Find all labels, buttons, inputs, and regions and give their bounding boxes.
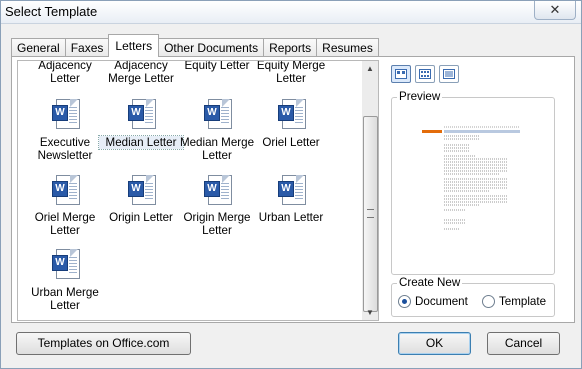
tab-resumes[interactable]: Resumes (316, 38, 379, 57)
template-list[interactable]: Adjacency Letter Adjacency Merge Letter … (17, 60, 364, 321)
template-label: Median Merge Letter (179, 136, 255, 162)
tab-reports[interactable]: Reports (263, 38, 318, 57)
template-list-scrollbar[interactable]: ▲ ▼ (362, 60, 379, 321)
template-label: Equity Merge Letter (256, 60, 326, 85)
template-label-selected: Median Letter (98, 135, 184, 150)
document-radio[interactable]: Document (398, 295, 468, 308)
word-document-icon: W (52, 99, 80, 130)
dialog-title: Select Template (5, 4, 98, 19)
template-preview-thumbnail (420, 125, 523, 240)
template-label: Adjacency Merge Letter (108, 60, 174, 85)
tab-faxes[interactable]: Faxes (64, 38, 110, 57)
radio-unselected-icon (482, 295, 495, 308)
tab-strip: General Faxes Letters Other Documents Re… (11, 34, 379, 57)
large-icons-view-button[interactable] (391, 65, 411, 83)
title-bar: Select Template ✕ (1, 1, 581, 24)
create-new-label: Create New (397, 276, 463, 289)
cancel-button[interactable]: Cancel (487, 332, 560, 355)
template-label: Executive Newsletter (37, 136, 93, 162)
word-document-icon: W (278, 99, 306, 130)
preview-label: Preview (397, 90, 443, 103)
tab-letters[interactable]: Letters (108, 34, 160, 57)
document-radio-label: Document (415, 295, 468, 308)
template-radio-label: Template (499, 295, 547, 308)
scroll-up-icon[interactable]: ▲ (366, 64, 374, 73)
word-document-icon: W (128, 175, 156, 206)
word-document-icon: W (278, 175, 306, 206)
tab-other-documents[interactable]: Other Documents (158, 38, 265, 57)
word-document-icon: W (204, 175, 232, 206)
view-mode-buttons (391, 65, 459, 83)
select-template-dialog: Select Template ✕ General Faxes Letters … (0, 0, 582, 369)
list-view-button[interactable] (415, 65, 435, 83)
template-label: Equity Letter (184, 60, 250, 72)
details-view-button[interactable] (439, 65, 459, 83)
template-label: Oriel Merge Letter (34, 211, 96, 237)
template-label: Adjacency Letter (38, 60, 92, 85)
template-label: Urban Letter (258, 211, 324, 224)
tab-general[interactable]: General (11, 38, 66, 57)
word-document-icon: W (52, 175, 80, 206)
list-view-icon (419, 69, 431, 79)
scroll-down-icon[interactable]: ▼ (366, 308, 374, 317)
templates-on-office-button[interactable]: Templates on Office.com (16, 332, 191, 355)
template-label: Urban Merge Letter (31, 286, 99, 312)
template-label: Origin Merge Letter (183, 211, 251, 237)
word-document-icon: W (128, 99, 156, 130)
template-label: Origin Letter (109, 211, 173, 224)
close-icon: ✕ (549, 2, 561, 17)
ok-button[interactable]: OK (398, 332, 471, 355)
template-label: Oriel Letter (262, 136, 320, 149)
template-radio[interactable]: Template (482, 295, 546, 308)
create-new-group: Create New Document Template (391, 276, 555, 317)
preview-group: Preview (391, 90, 555, 275)
scrollbar-thumb[interactable] (363, 116, 378, 312)
close-button[interactable]: ✕ (534, 1, 576, 20)
word-document-icon: W (52, 249, 80, 280)
word-document-icon: W (204, 99, 232, 130)
large-icons-view-icon (395, 69, 407, 79)
radio-selected-icon (398, 295, 411, 308)
details-view-icon (443, 69, 455, 79)
